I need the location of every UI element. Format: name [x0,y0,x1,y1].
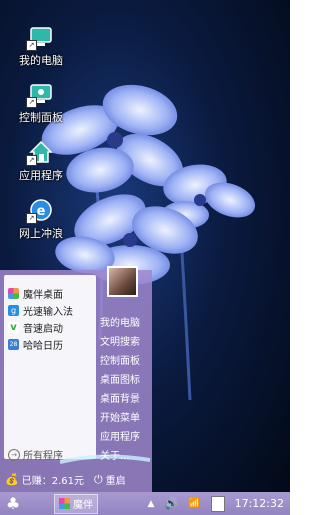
menu-item-desktop-background[interactable]: 桌面背景 [100,390,140,405]
calendar-icon: 28 [8,338,19,350]
start-menu-footer: 💰 已赚：2.61元 ⏻ 重启 [0,467,152,492]
control-panel-icon: ↗ [26,81,54,108]
power-icon: ⏻ [93,472,103,486]
svg-text:e: e [37,204,46,219]
v-launcher-icon: v [8,321,19,333]
restart-button[interactable]: ⏻ 重启 [93,472,126,488]
menu-item-control-panel[interactable]: 控制面板 [100,352,140,367]
taskbar-app-label: 魔伴 [73,500,93,511]
pinwheel-icon [59,498,70,509]
program-item-mobaan-desktop[interactable]: 魔伴桌面 [8,285,63,301]
money-icon: 💰 [5,473,19,486]
all-programs-label: 所有程序 [23,451,63,462]
wifi-icon[interactable]: 📶 [188,498,200,509]
g-input-icon: g [8,304,19,316]
shortcut-arrow-icon: ↗ [26,97,37,108]
desktop-icon-internet[interactable]: e ↗ 网上冲浪 [6,197,76,241]
volume-icon[interactable]: 🔊 [164,497,178,510]
restart-label: 重启 [105,476,126,487]
program-list-panel: 魔伴桌面 g 光速输入法 v 音速启动 28 哈哈日历 → 所有程序 [4,275,96,462]
earned-label: 已赚：2.61元 [21,476,84,487]
desktop-icon-label: 网上冲浪 [19,227,63,240]
browser-icon: e ↗ [26,197,54,224]
menu-item-start-menu[interactable]: 开始菜单 [100,409,140,424]
program-item-sound-launcher[interactable]: v 音速启动 [8,319,63,335]
start-button[interactable]: ♣ [0,492,26,515]
clock: 17:12:32 [234,497,284,510]
clover-icon: ♣ [5,494,21,513]
taskbar-app-mobaan[interactable]: 魔伴 [54,493,98,514]
all-programs-button[interactable]: → 所有程序 [8,447,63,462]
home-icon: ↗ [26,139,54,166]
desktop-icon-control-panel[interactable]: ↗ 控制面板 [6,81,76,125]
program-item-speed-input[interactable]: g 光速输入法 [8,302,73,318]
desktop-icon-label: 应用程序 [19,169,63,182]
shortcut-arrow-icon: ↗ [26,155,37,166]
menu-item-my-computer[interactable]: 我的电脑 [100,314,140,329]
pinwheel-icon [8,287,19,299]
tray-expand-icon[interactable]: ▲ [148,499,155,509]
shortcut-arrow-icon: ↗ [26,213,37,224]
program-item-haha-calendar[interactable]: 28 哈哈日历 [8,336,63,352]
battery-icon[interactable] [210,495,225,512]
desktop-icon-label: 控制面板 [19,111,63,124]
desktop-icon-applications[interactable]: ↗ 应用程序 [6,139,76,183]
menu-item-applications[interactable]: 应用程序 [100,428,140,443]
menu-item-search[interactable]: 文明搜索 [100,333,140,348]
arrow-right-icon: → [8,448,20,461]
menu-item-about[interactable]: 关于... [100,447,130,462]
menu-item-desktop-icons[interactable]: 桌面图标 [100,371,140,386]
program-label: 哈哈日历 [23,340,63,352]
program-label: 魔伴桌面 [23,289,63,301]
program-label: 光速输入法 [23,306,73,318]
computer-icon: ↗ [26,24,54,51]
avatar[interactable] [107,266,138,297]
program-label: 音速启动 [23,323,63,335]
desktop-icon-my-computer[interactable]: ↗ 我的电脑 [6,24,76,68]
system-tray: ▲ 🔊 📶 17:12:32 [148,492,284,515]
shortcut-arrow-icon: ↗ [26,40,37,51]
desktop-icon-label: 我的电脑 [19,54,63,67]
taskbar: ♣ 魔伴 ▲ 🔊 📶 17:12:32 [0,492,290,515]
